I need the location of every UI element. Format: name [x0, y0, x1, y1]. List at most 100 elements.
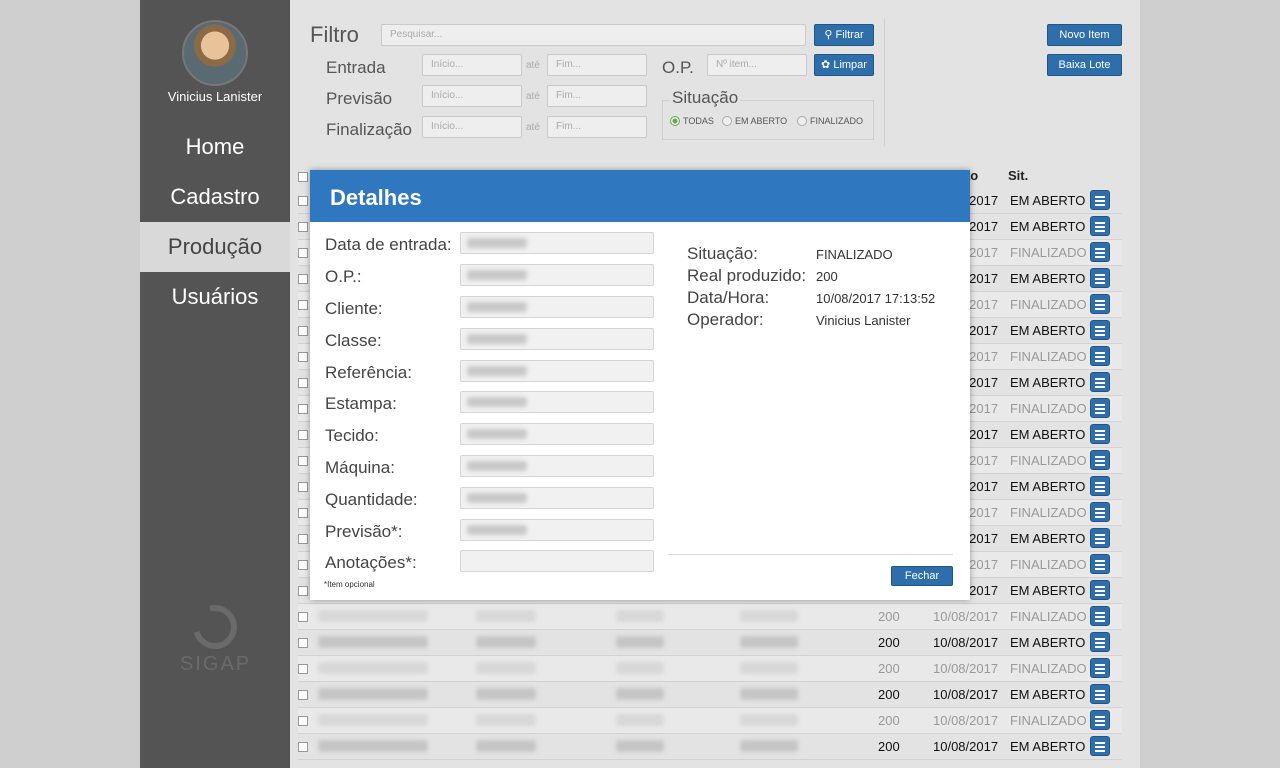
details-list-icon[interactable] [1090, 528, 1110, 548]
row-checkbox[interactable] [298, 404, 308, 414]
blurred-value [467, 366, 527, 376]
details-list-icon[interactable] [1090, 606, 1110, 626]
row-status: FINALIZADO [1010, 245, 1087, 260]
op-input[interactable]: Nº item... [707, 54, 807, 76]
close-button[interactable]: Fechar [891, 566, 953, 586]
details-modal: Detalhes Data de entrada: O.P.: Cliente: Cl… [310, 170, 970, 600]
radio-em-aberto[interactable]: EM ABERTO [722, 116, 787, 126]
table-row[interactable]: 200 10/08/2017 EM ABERTO [298, 734, 1122, 760]
filter-divider [884, 18, 885, 146]
details-list-icon[interactable] [1090, 710, 1110, 730]
modal-field-input[interactable] [460, 391, 654, 413]
details-list-icon[interactable] [1090, 294, 1110, 314]
details-list-icon[interactable] [1090, 320, 1110, 340]
filter-button[interactable]: ⚲ Filtrar [814, 24, 874, 46]
row-status: FINALIZADO [1010, 505, 1087, 520]
details-list-icon[interactable] [1090, 736, 1110, 756]
table-row[interactable]: 200 10/08/2017 FINALIZADO [298, 604, 1122, 630]
modal-field-input[interactable] [460, 328, 654, 350]
details-list-icon[interactable] [1090, 242, 1110, 262]
modal-field-input[interactable] [460, 232, 654, 254]
blurred-value [467, 238, 527, 248]
row-checkbox[interactable] [298, 456, 308, 466]
nav-item-producao[interactable]: Produção [140, 222, 290, 272]
modal-field-label: Máquina: [325, 458, 395, 477]
clear-button[interactable]: ✿ Limpar [814, 54, 874, 76]
row-checkbox[interactable] [298, 274, 308, 284]
new-item-button[interactable]: Novo Item [1047, 24, 1122, 46]
row-checkbox[interactable] [298, 222, 308, 232]
row-checkbox[interactable] [298, 326, 308, 336]
row-checkbox[interactable] [298, 300, 308, 310]
row-checkbox[interactable] [298, 378, 308, 388]
details-list-icon[interactable] [1090, 502, 1110, 522]
row-checkbox[interactable] [298, 612, 308, 622]
entrada-end-input[interactable]: Fim... [547, 54, 647, 76]
table-row[interactable]: 200 10/08/2017 FINALIZADO [298, 708, 1122, 734]
row-status: EM ABERTO [1010, 687, 1086, 702]
modal-field-input[interactable] [460, 423, 654, 445]
row-checkbox[interactable] [298, 664, 308, 674]
nav-item-home[interactable]: Home [140, 122, 290, 172]
modal-field-input[interactable] [460, 487, 654, 509]
row-checkbox[interactable] [298, 534, 308, 544]
row-checkbox[interactable] [298, 248, 308, 258]
row-checkbox[interactable] [298, 430, 308, 440]
details-list-icon[interactable] [1090, 268, 1110, 288]
details-list-icon[interactable] [1090, 658, 1110, 678]
modal-field-input[interactable] [460, 360, 654, 382]
row-checkbox[interactable] [298, 352, 308, 362]
header-situacao: Sit. [1008, 168, 1029, 183]
finalizacao-start-input[interactable]: Início... [422, 116, 522, 138]
details-list-icon[interactable] [1090, 554, 1110, 574]
table-row[interactable]: 200 10/08/2017 EM ABERTO [298, 682, 1122, 708]
row-checkbox[interactable] [298, 638, 308, 648]
row-status: EM ABERTO [1010, 193, 1086, 208]
details-list-icon[interactable] [1090, 476, 1110, 496]
details-list-icon[interactable] [1090, 398, 1110, 418]
row-checkbox[interactable] [298, 196, 308, 206]
row-checkbox[interactable] [298, 482, 308, 492]
row-checkbox[interactable] [298, 508, 308, 518]
modal-field-label: O.P.: [325, 267, 362, 286]
details-list-icon[interactable] [1090, 190, 1110, 210]
details-list-icon[interactable] [1090, 424, 1110, 444]
row-checkbox[interactable] [298, 742, 308, 752]
details-list-icon[interactable] [1090, 684, 1110, 704]
nav-item-usuarios[interactable]: Usuários [140, 272, 290, 322]
row-checkbox[interactable] [298, 690, 308, 700]
row-checkbox[interactable] [298, 586, 308, 596]
blurred-cell [740, 662, 798, 674]
row-date: 10/08/2017 [933, 635, 999, 650]
select-all-checkbox[interactable] [298, 172, 308, 182]
previsao-end-input[interactable]: Fim... [547, 85, 647, 107]
detail-value: 10/08/2017 17:13:52 [816, 291, 936, 306]
table-row[interactable]: 200 10/08/2017 EM ABERTO [298, 630, 1122, 656]
modal-field-input[interactable] [460, 264, 654, 286]
row-checkbox[interactable] [298, 560, 308, 570]
finalizacao-end-input[interactable]: Fim... [547, 116, 647, 138]
radio-todas[interactable]: TODAS [670, 116, 714, 126]
search-icon: ⚲ [824, 29, 833, 41]
row-checkbox[interactable] [298, 716, 308, 726]
details-list-icon[interactable] [1090, 372, 1110, 392]
details-list-icon[interactable] [1090, 450, 1110, 470]
modal-field-input[interactable] [460, 519, 654, 541]
blurred-cell [476, 636, 536, 648]
entrada-start-input[interactable]: Início... [422, 54, 522, 76]
user-avatar[interactable] [182, 20, 248, 86]
table-row[interactable]: 200 10/08/2017 FINALIZADO [298, 656, 1122, 682]
details-list-icon[interactable] [1090, 580, 1110, 600]
details-list-icon[interactable] [1090, 216, 1110, 236]
blurred-cell [740, 740, 798, 752]
details-list-icon[interactable] [1090, 632, 1110, 652]
modal-field-input[interactable] [460, 296, 654, 318]
previsao-start-input[interactable]: Início... [422, 85, 522, 107]
search-input[interactable]: Pesquisar... [381, 24, 806, 46]
modal-field-input[interactable] [460, 550, 654, 572]
radio-finalizado[interactable]: FINALIZADO [797, 116, 863, 126]
nav-item-cadastro[interactable]: Cadastro [140, 172, 290, 222]
modal-field-input[interactable] [460, 455, 654, 477]
details-list-icon[interactable] [1090, 346, 1110, 366]
baixa-lote-button[interactable]: Baixa Lote [1047, 54, 1122, 76]
